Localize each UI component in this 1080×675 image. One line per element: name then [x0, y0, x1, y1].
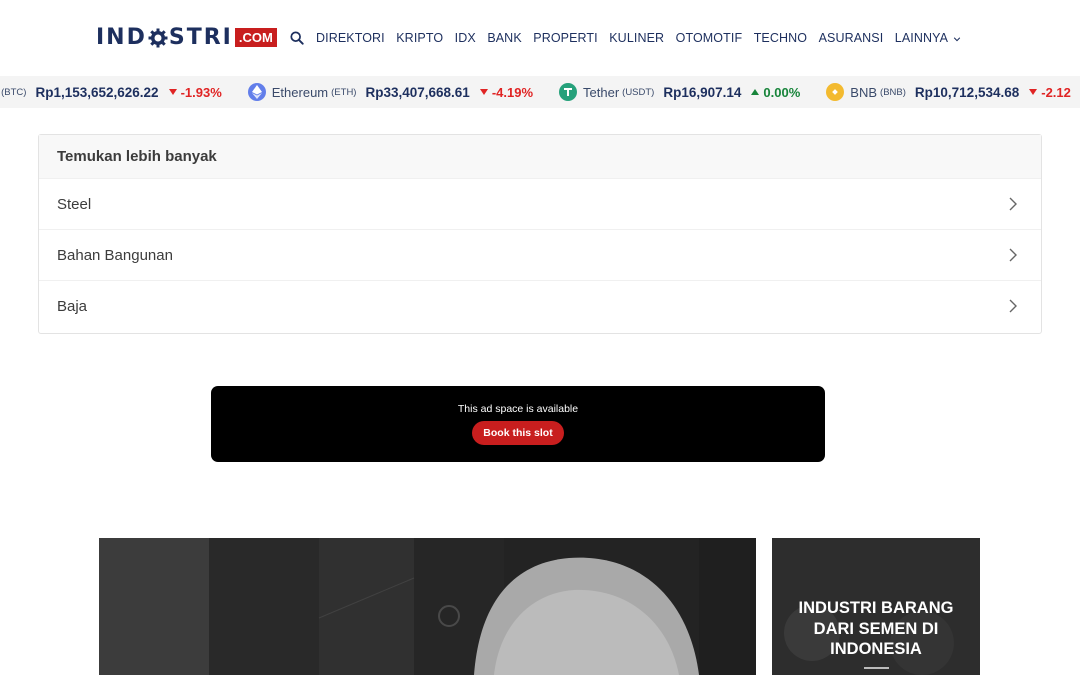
ticker-item-btc[interactable]: in (BTC) Rp1,153,652,626.22 -1.93%: [0, 85, 222, 100]
chevron-down-icon: [953, 37, 961, 42]
triangle-down-icon: [168, 89, 177, 95]
site-logo[interactable]: IND STRI .COM: [96, 24, 277, 50]
ticker-coin-name: Tether: [583, 84, 620, 100]
ticker-coin-symbol: (ETH): [331, 86, 357, 98]
featured-article-image: [99, 538, 756, 675]
ticker-track: in (BTC) Rp1,153,652,626.22 -1.93% Ether…: [0, 76, 1080, 108]
ticker-change-value: -4.19%: [491, 84, 534, 100]
find-more-panel: Temukan lebih banyak Steel Bahan Banguna…: [38, 134, 1042, 334]
ticker-coin-change: -2.12: [1029, 85, 1071, 100]
nav-item-techno[interactable]: TECHNO: [754, 31, 807, 45]
ticker-coin-change: -4.19%: [479, 84, 534, 100]
chevron-right-icon: [1009, 299, 1017, 313]
tether-icon: [559, 83, 578, 101]
featured-article-card[interactable]: [99, 538, 756, 675]
logo-text-part-1: IND: [96, 24, 147, 50]
triangle-down-icon: [1029, 89, 1038, 95]
nav-item-lainnya[interactable]: LAINNYA: [895, 31, 961, 45]
ticker-coin-symbol: (BNB): [880, 86, 906, 98]
ticker-change-value: 0.00%: [763, 84, 801, 100]
ticker-coin-change: -1.93%: [168, 84, 222, 100]
nav-item-kripto[interactable]: KRIPTO: [396, 31, 443, 45]
nav-item-direktori[interactable]: DIREKTORI: [316, 31, 385, 45]
logo-text-part-2: STRI: [168, 24, 233, 50]
book-slot-button[interactable]: Book this slot: [472, 421, 564, 445]
nav-item-properti[interactable]: PROPERTI: [533, 31, 597, 45]
crypto-ticker: in (BTC) Rp1,153,652,626.22 -1.93% Ether…: [0, 76, 1080, 108]
find-more-item-bahan-bangunan[interactable]: Bahan Bangunan: [39, 229, 1041, 280]
ticker-coin-symbol: (USDT): [622, 86, 655, 98]
side-article-divider: [864, 667, 889, 669]
ticker-coin-change: 0.00%: [751, 85, 800, 100]
ad-slot-text: This ad space is available: [457, 403, 579, 415]
chevron-right-icon: [1009, 248, 1017, 262]
ticker-item-usdt[interactable]: Tether (USDT) Rp16,907.14 0.00%: [559, 83, 800, 101]
find-more-item-steel[interactable]: Steel: [39, 178, 1041, 229]
nav-item-otomotif[interactable]: OTOMOTIF: [676, 31, 743, 45]
logo-com-badge: .COM: [234, 27, 277, 47]
ethereum-icon: [247, 83, 266, 101]
side-article-card[interactable]: INDUSTRI BARANG DARI SEMEN DI INDONESIA: [772, 538, 980, 675]
ticker-coin-price: Rp1,153,652,626.22: [35, 84, 159, 100]
ticker-coin-price: Rp10,712,534.68: [914, 84, 1020, 100]
side-article-title: INDUSTRI BARANG DARI SEMEN DI INDONESIA: [798, 599, 954, 658]
find-more-item-baja[interactable]: Baja: [39, 280, 1041, 331]
nav-item-lainnya-label: LAINNYA: [894, 31, 948, 45]
find-more-item-label: Steel: [57, 195, 92, 213]
find-more-item-label: Baja: [57, 297, 88, 315]
ticker-item-eth[interactable]: Ethereum (ETH) Rp33,407,668.61 -4.19%: [247, 83, 534, 101]
gear-icon: [148, 28, 168, 48]
ticker-coin-name: Ethereum: [271, 84, 329, 100]
nav-item-kuliner[interactable]: KULINER: [609, 31, 664, 45]
bnb-icon: [826, 83, 845, 101]
nav-item-idx[interactable]: IDX: [455, 31, 476, 45]
find-more-title: Temukan lebih banyak: [39, 135, 1041, 178]
ticker-coin-price: Rp33,407,668.61: [365, 84, 470, 100]
ticker-item-bnb[interactable]: BNB (BNB) Rp10,712,534.68 -2.12: [826, 83, 1071, 101]
main-nav: DIREKTORI KRIPTO IDX BANK PROPERTI KULIN…: [290, 30, 961, 46]
nav-item-asuransi[interactable]: ASURANSI: [819, 31, 884, 45]
ticker-change-value: -1.93%: [180, 84, 222, 100]
ad-slot: This ad space is available Book this slo…: [211, 386, 825, 462]
ticker-coin-symbol: (BTC): [1, 86, 27, 98]
nav-item-bank[interactable]: BANK: [487, 31, 521, 45]
ticker-coin-price: Rp16,907.14: [663, 84, 742, 100]
ticker-change-value: -2.12: [1041, 84, 1071, 100]
ticker-coin-name: BNB: [850, 84, 878, 100]
triangle-down-icon: [479, 89, 488, 95]
site-header: IND STRI .COM DIREKTORI KRIPTO IDX BANK …: [0, 0, 1080, 72]
triangle-up-icon: [751, 89, 760, 95]
search-icon[interactable]: [290, 31, 304, 45]
chevron-right-icon: [1009, 197, 1017, 211]
find-more-item-label: Bahan Bangunan: [57, 246, 173, 264]
